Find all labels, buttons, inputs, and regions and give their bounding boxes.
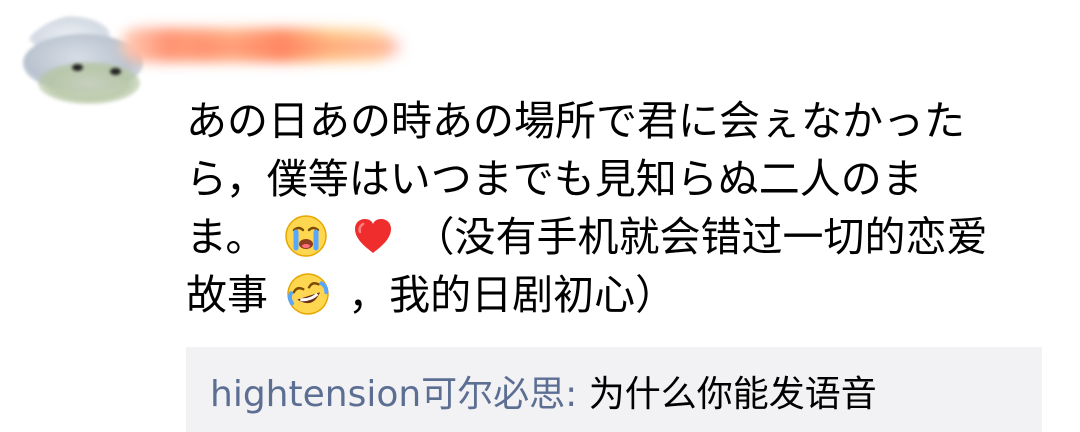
comment-text-segment: （没有手机就会错过一切的恋爱 bbox=[413, 213, 988, 261]
avatar-shape bbox=[38, 62, 140, 104]
reply-preview[interactable]: hightension可尔必思: 为什么你能发语音 bbox=[186, 347, 1042, 432]
avatar-eye bbox=[72, 64, 83, 71]
comment-text-segment: 故事 bbox=[186, 271, 268, 319]
comment-line: あの日あの時あの場所で君に会ぇなかった bbox=[186, 97, 965, 145]
comment-text-segment: ま。 bbox=[186, 213, 267, 261]
crying-face-icon bbox=[285, 215, 328, 257]
comment-body: あの日あの時あの場所で君に会ぇなかった ら，僕等はいつまでも見知らぬ二人のま ま… bbox=[186, 92, 1028, 324]
comment-line: ま。 （没有手机就会错过一切的恋爱 bbox=[186, 208, 1028, 266]
reply-line: hightension可尔必思: 为什么你能发语音 bbox=[210, 373, 877, 417]
reply-text: 为什么你能发语音 bbox=[577, 374, 877, 415]
comment-line: ら，僕等はいつまでも見知らぬ二人のま bbox=[186, 155, 923, 203]
comment-line: 故事 ，我的日剧初心） bbox=[186, 266, 1028, 324]
reply-colon: : bbox=[565, 374, 578, 415]
comment-screen: あの日あの時あの場所で君に会ぇなかった ら，僕等はいつまでも見知らぬ二人のま ま… bbox=[0, 0, 1080, 432]
reply-author-link[interactable]: hightension可尔必思 bbox=[210, 374, 565, 415]
comment-text-segment: ，我的日剧初心） bbox=[348, 271, 677, 319]
avatar-eye bbox=[110, 68, 121, 75]
blurred-username-shadow bbox=[190, 38, 400, 56]
laughing-crying-icon bbox=[287, 273, 329, 315]
red-heart-icon bbox=[355, 219, 392, 253]
